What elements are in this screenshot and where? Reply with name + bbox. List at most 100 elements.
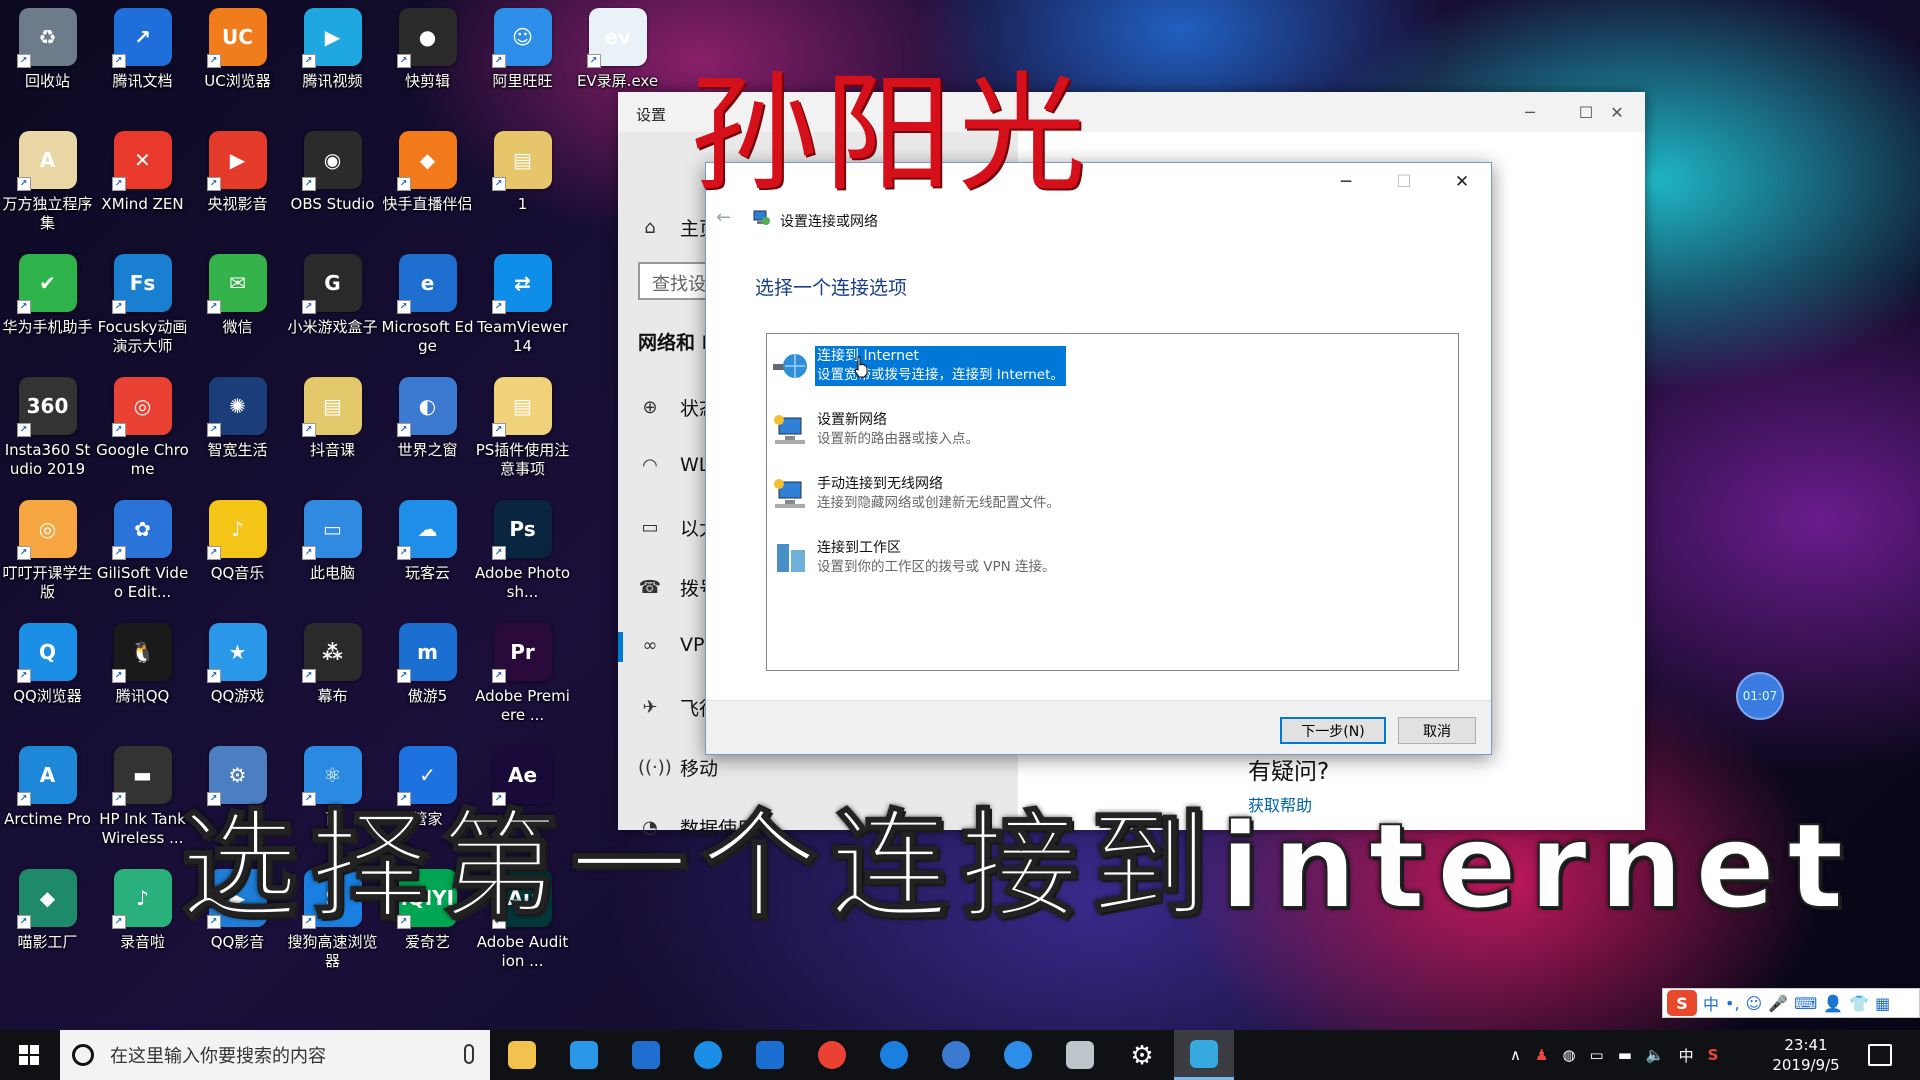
desktop-icon[interactable]: ☺ ↗ 阿里旺旺 [475,8,570,91]
dialog-minimize-button[interactable]: ─ [1317,163,1375,201]
desktop-icon[interactable]: ● ↗ 快剪辑 [380,8,475,91]
desktop-icon[interactable]: ✕ ↗ XMind ZEN [95,131,190,214]
sogou-tray-icon[interactable]: S [1708,1046,1719,1064]
desktop-icon[interactable]: ◎ ↗ 叮叮开课学生版 [0,500,95,602]
desktop-icon[interactable]: ♻ ↗ 回收站 [0,8,95,91]
icon-glyph: ▭ [323,517,342,541]
taskbar-app-world-window[interactable] [926,1030,986,1080]
taskbar-app-network-setup[interactable] [1174,1030,1234,1080]
skin-icon[interactable]: 👕 [1849,994,1869,1013]
desktop-icon[interactable]: ↗ ↗ 腾讯文档 [95,8,190,91]
search-placeholder: 在这里输入你要搜索的内容 [110,1046,326,1067]
taskbar-app-edge[interactable] [616,1030,676,1080]
desktop-icon[interactable]: ▭ ↗ 此电脑 [285,500,380,583]
desktop-icon[interactable]: ◎ ↗ Google Chrome [95,377,190,479]
desktop-icon[interactable]: A ↗ Arctime Pro [0,746,95,829]
network-icon[interactable]: ▭ [1590,1046,1604,1064]
desktop-icon[interactable]: ◉ ↗ OBS Studio [285,131,380,214]
desktop-icon[interactable]: ▤ ↗ PS插件使用注意事项 [475,377,570,479]
emoji-icon[interactable]: ☺ [1746,994,1763,1013]
tray-app-icon[interactable]: ♟ [1535,1046,1548,1064]
desktop-icon[interactable]: 🐧 ↗ 腾讯QQ [95,623,190,706]
next-button[interactable]: 下一步(N) [1280,717,1386,744]
desktop-icon[interactable]: Fs ↗ Focusky动画演示大师 [95,254,190,356]
input-language[interactable]: 中 [1679,1045,1694,1066]
desktop-icon[interactable]: ✺ ↗ 智宽生活 [190,377,285,460]
desktop-icon[interactable]: UC ↗ UC浏览器 [190,8,285,91]
shortcut-arrow-icon: ↗ [491,177,506,191]
taskbar-app-qq-browser[interactable] [678,1030,738,1080]
desktop-icon[interactable]: ▤ ↗ 抖音课 [285,377,380,460]
taskbar-app-sogou-browser[interactable] [864,1030,924,1080]
app-icon: ◐ ↗ [396,377,457,437]
desktop-icon[interactable]: ◆ ↗ 快手直播伴侣 [380,131,475,214]
nav-item[interactable]: ◠ WL [638,454,709,476]
taskbar-app-qq-game[interactable] [554,1030,614,1080]
close-button[interactable]: ✕ [1589,92,1645,132]
taskbar-app-ali-wangwang[interactable] [988,1030,1048,1080]
notification-center-icon[interactable] [1868,1044,1892,1066]
desktop-icon[interactable]: ✿ ↗ GiliSoft Video Edit... [95,500,190,602]
mic-icon[interactable]: 🎤 [1768,994,1788,1013]
desktop-icon[interactable]: ▶ ↗ 央视影音 [190,131,285,214]
connection-option[interactable]: 设置新网络 设置新的路由器或接入点。 [771,410,981,450]
desktop-icon[interactable]: ⁂ ↗ 幕布 [285,623,380,706]
desktop-icon[interactable]: e ↗ Microsoft Edge [380,254,475,356]
ime-mode[interactable]: 中 [1703,991,1719,1015]
taskbar-app-window-app[interactable] [1050,1030,1110,1080]
maxthon-icon [756,1041,784,1069]
battery-icon[interactable]: ▬ [1618,1046,1632,1064]
desktop-icon[interactable]: Q ↗ QQ浏览器 [0,623,95,706]
desktop-icon[interactable]: ♪ ↗ QQ音乐 [190,500,285,583]
taskbar-app-chrome[interactable] [802,1030,862,1080]
grid-icon[interactable]: ▦ [1875,994,1890,1013]
taskbar-app-file-explorer[interactable] [492,1030,552,1080]
dialog-close-button[interactable]: ✕ [1433,163,1491,201]
desktop-icon[interactable]: ✉ ↗ 微信 [190,254,285,337]
volume-icon[interactable]: 🔈 [1646,1046,1665,1064]
icon-glyph: A [39,763,56,787]
app-icon: ☺ ↗ [491,8,552,68]
desktop-icon[interactable]: ▬ ↗ HP Ink Tank Wireless ... [95,746,190,848]
desktop-icon[interactable]: 360 ↗ Insta360 Studio 2019 [0,377,95,479]
microphone-icon[interactable] [464,1044,474,1064]
desktop-icon[interactable]: ♪ ↗ 录音啦 [95,869,190,952]
icon-glyph: ✔ [39,271,56,295]
app-icon: 360 ↗ [16,377,77,437]
icon-glyph: ☁ [417,517,438,541]
desktop-icon[interactable]: m ↗ 傲游5 [380,623,475,706]
desktop-icon[interactable]: A ↗ 万方独立程序集 [0,131,95,233]
desktop-icon[interactable]: Pr ↗ Adobe Premiere ... [475,623,570,725]
user-icon[interactable]: 👤 [1823,994,1843,1013]
desktop-icon-label: Adobe Photosh... [475,564,571,601]
desktop-icon[interactable]: ☁ ↗ 玩客云 [380,500,475,583]
keyboard-icon[interactable]: ⌨ [1794,994,1817,1013]
taskbar-app-maxthon[interactable] [740,1030,800,1080]
desktop-icon[interactable]: ◐ ↗ 世界之窗 [380,377,475,460]
sogou-ime-icon[interactable]: S [1667,990,1697,1016]
desktop-icon[interactable]: ⇄ ↗ TeamViewer 14 [475,254,570,356]
desktop-icon[interactable]: ▶ ↗ 腾讯视频 [285,8,380,91]
desktop-icon[interactable]: Ps ↗ Adobe Photosh... [475,500,570,602]
connection-option[interactable]: 连接到工作区 设置到你的工作区的拨号或 VPN 连接。 [771,538,1058,578]
taskbar-app-settings[interactable]: ⚙ [1112,1030,1172,1080]
desktop-icon-label: HP Ink Tank Wireless ... [99,810,186,847]
desktop-icon[interactable]: ev ↗ EV录屏.exe [570,8,665,91]
desktop-icon[interactable]: ◆ ↗ 喵影工厂 [0,869,95,952]
tray-globe-icon[interactable]: ◍ [1562,1046,1575,1064]
dialog-maximize-button: ☐ [1396,172,1412,192]
desktop-icon[interactable]: ▤ ↗ 1 [475,131,570,214]
desktop-icon[interactable]: G ↗ 小米游戏盒子 [285,254,380,337]
taskbar-search-input[interactable]: 在这里输入你要搜索的内容 [60,1030,490,1080]
clock[interactable]: 23:41 2019/9/5 [1756,1035,1856,1075]
start-button[interactable] [0,1030,58,1080]
minimize-button[interactable]: ─ [1502,92,1558,132]
settings-icon: ⚙ [1130,1041,1154,1071]
desktop-icon[interactable]: ✔ ↗ 华为手机助手 [0,254,95,337]
punct-icon[interactable]: •, [1725,994,1740,1013]
connection-option[interactable]: 连接到 Internet 设置宽带或拨号连接，连接到 Internet。 [771,346,1066,386]
connection-option[interactable]: 手动连接到无线网络 连接到隐藏网络或创建新无线配置文件。 [771,474,1062,514]
cancel-button[interactable]: 取消 [1398,717,1476,744]
desktop-icon[interactable]: ★ ↗ QQ游戏 [190,623,285,706]
show-hidden-icons-icon[interactable]: ∧ [1510,1046,1521,1064]
